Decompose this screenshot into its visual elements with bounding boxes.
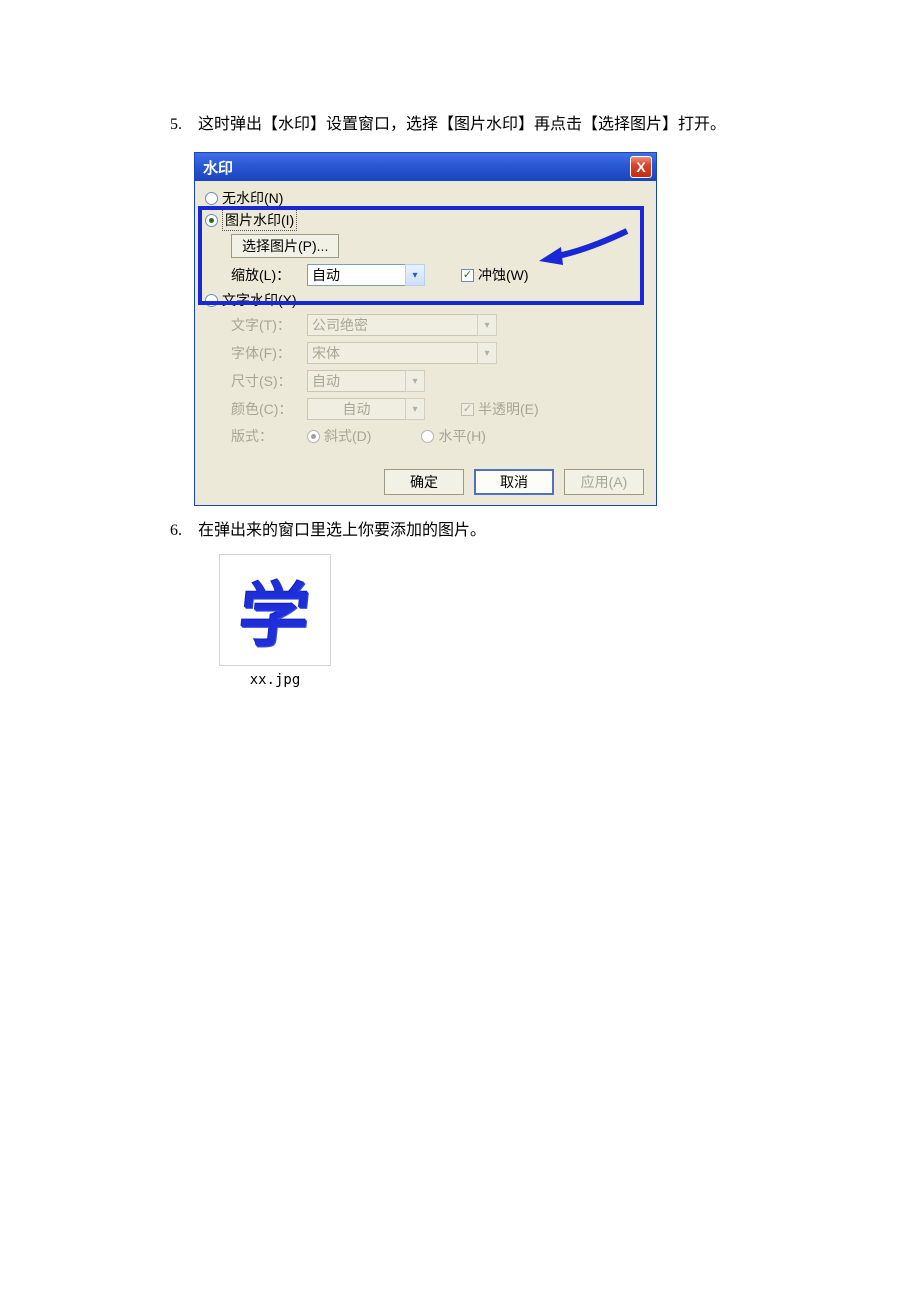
layout-label: 版式：	[231, 426, 307, 446]
layout-horizontal-label: 水平(H)	[438, 426, 485, 446]
size-input	[307, 370, 405, 392]
dialog-titlebar[interactable]: 水印 X	[195, 153, 656, 181]
row-font: 字体(F)： ▾	[231, 339, 648, 367]
thumbnail-glyph: 学	[235, 560, 316, 661]
color-label: 颜色(C)：	[231, 399, 307, 419]
dialog-title: 水印	[199, 157, 233, 178]
font-input	[307, 342, 477, 364]
color-combo: ▾	[307, 398, 425, 420]
row-layout: 版式： 斜式(D) 水平(H)	[231, 423, 648, 449]
file-thumbnail[interactable]: 学 xx.jpg	[216, 554, 334, 688]
step-6-text: 在弹出来的窗口里选上你要添加的图片。	[198, 522, 486, 539]
semitransparent-checkbox: ✓	[461, 403, 474, 416]
step-5-number: 5.	[170, 116, 194, 134]
text-input	[307, 314, 477, 336]
dialog-button-row: 确定 取消 应用(A)	[195, 459, 656, 505]
row-text: 文字(T)： ▾	[231, 311, 648, 339]
chevron-down-icon: ▾	[477, 314, 497, 336]
layout-diagonal-label: 斜式(D)	[324, 426, 371, 446]
dialog-body: 无水印(N) 图片水印(I) 选择图片(P)... 缩放(L)： ▾ ✓	[195, 181, 656, 459]
file-name: xx.jpg	[250, 672, 301, 688]
chevron-down-icon: ▾	[405, 370, 425, 392]
apply-button[interactable]: 应用(A)	[564, 469, 644, 495]
radio-icon	[307, 430, 320, 443]
chevron-down-icon: ▾	[405, 398, 425, 420]
chevron-down-icon: ▾	[477, 342, 497, 364]
step-5-text: 这时弹出【水印】设置窗口，选择【图片水印】再点击【选择图片】打开。	[198, 116, 726, 133]
radio-icon	[421, 430, 434, 443]
annotation-highlight-box	[198, 206, 644, 305]
font-combo: ▾	[307, 342, 497, 364]
step-6-number: 6.	[170, 522, 194, 540]
text-combo: ▾	[307, 314, 497, 336]
radio-icon	[205, 192, 218, 205]
cancel-button[interactable]: 取消	[474, 469, 554, 495]
ok-button[interactable]: 确定	[384, 469, 464, 495]
step-5: 5. 这时弹出【水印】设置窗口，选择【图片水印】再点击【选择图片】打开。	[170, 110, 830, 134]
thumbnail-image: 学	[219, 554, 331, 666]
close-button[interactable]: X	[630, 156, 652, 178]
step-6: 6. 在弹出来的窗口里选上你要添加的图片。	[170, 516, 830, 540]
row-size: 尺寸(S)： ▾	[231, 367, 648, 395]
watermark-dialog: 水印 X 无水印(N) 图片水印(I)	[194, 152, 657, 506]
text-label: 文字(T)：	[231, 315, 307, 335]
semitransparent-label: 半透明(E)	[478, 399, 539, 419]
size-label: 尺寸(S)：	[231, 371, 307, 391]
close-icon: X	[636, 159, 645, 175]
option-no-watermark-label: 无水印(N)	[222, 188, 283, 208]
color-input	[307, 398, 405, 420]
size-combo: ▾	[307, 370, 425, 392]
font-label: 字体(F)：	[231, 343, 307, 363]
row-color: 颜色(C)： ▾ ✓ 半透明(E)	[231, 395, 648, 423]
